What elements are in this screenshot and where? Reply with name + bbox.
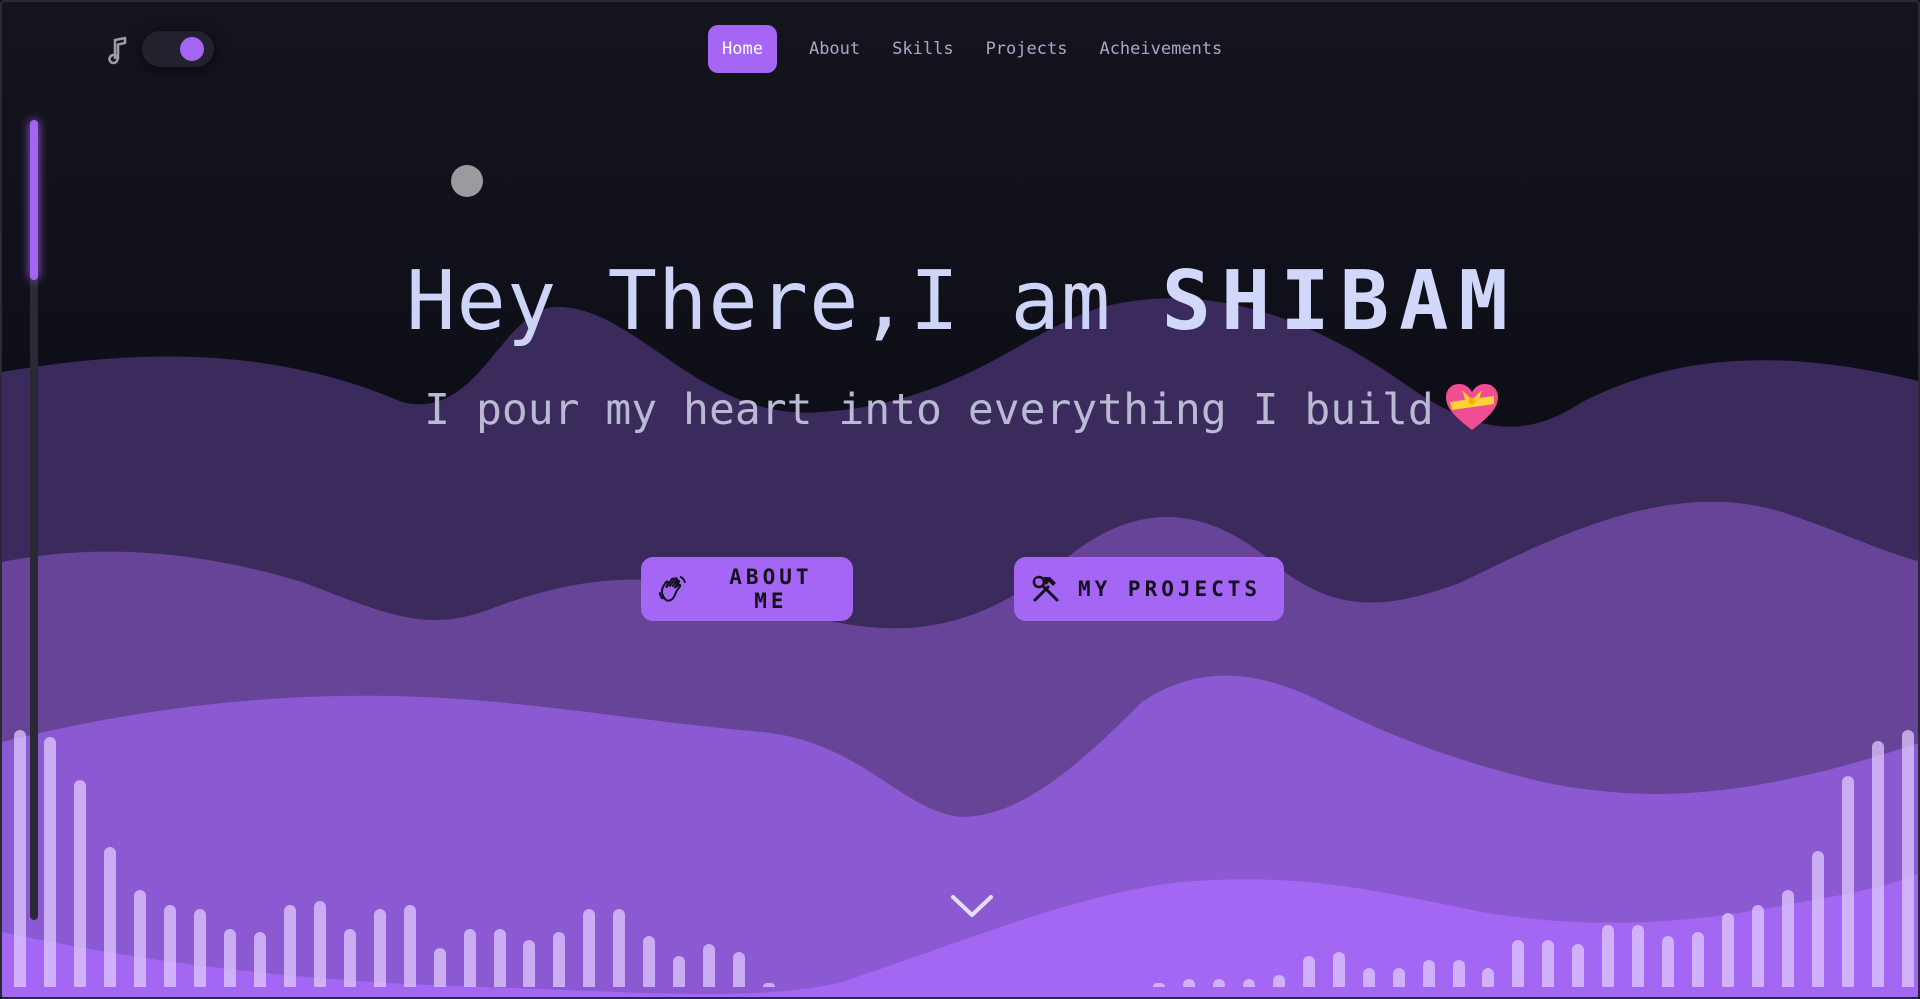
page-frame: Home About Skills Projects Acheivements … <box>0 0 1920 999</box>
moon-dot <box>451 165 483 197</box>
music-note-icon[interactable] <box>106 35 130 65</box>
hammer-wrench-icon <box>1032 575 1059 602</box>
chevron-down-icon[interactable] <box>950 894 994 920</box>
nav-item-about[interactable]: About <box>809 39 860 59</box>
sound-toggle[interactable] <box>142 31 214 67</box>
toggle-knob <box>180 37 204 61</box>
hero-greeting: Hey There,I am <box>406 254 1162 349</box>
waving-hand-icon <box>658 576 686 602</box>
main-nav: Home About Skills Projects Acheivements <box>708 25 1254 73</box>
hero-title: Hey There,I am SHIBAM <box>2 254 1918 349</box>
nav-item-projects[interactable]: Projects <box>986 39 1068 59</box>
nav-item-home[interactable]: Home <box>708 25 777 73</box>
heart-with-ribbon-icon <box>1445 384 1498 430</box>
hero-name: SHIBAM <box>1161 254 1518 349</box>
hero-tagline: I pour my heart into everything I build <box>2 382 1918 435</box>
my-projects-label: MY PROJECTS <box>1078 577 1262 601</box>
nav-item-skills[interactable]: Skills <box>892 39 953 59</box>
about-me-button[interactable]: ABOUT ME <box>641 557 853 621</box>
about-me-label: ABOUT ME <box>729 565 813 613</box>
nav-item-achievements[interactable]: Acheivements <box>1099 39 1222 59</box>
my-projects-button[interactable]: MY PROJECTS <box>1014 557 1284 621</box>
hero-tagline-text: I pour my heart into everything I build <box>424 385 1434 435</box>
scroll-progress-track[interactable] <box>30 120 38 920</box>
wave-background <box>2 298 1918 997</box>
